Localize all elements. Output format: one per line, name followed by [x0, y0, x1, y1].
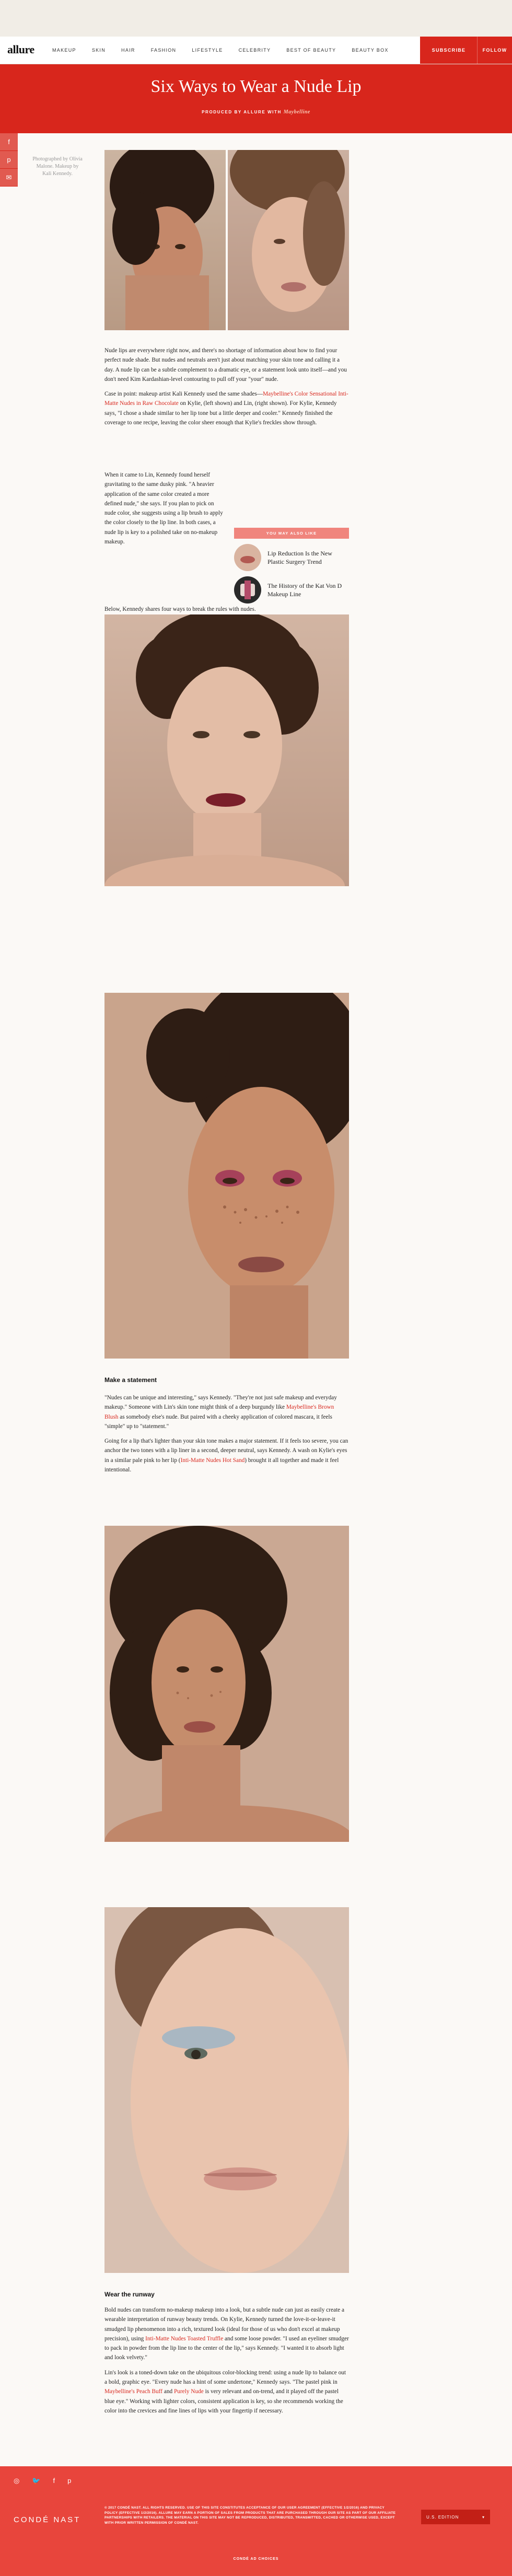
article-intro: Nude lips are everywhere right now, and …	[104, 346, 349, 433]
nav-item-hair[interactable]: HAIR	[121, 48, 135, 53]
legal-text: © 2017 CONDÉ NAST. ALL RIGHTS RESERVED. …	[104, 2506, 396, 2525]
credit-prefix: PRODUCED BY ALLURE WITH	[202, 110, 282, 114]
sponsor-brand[interactable]: Maybelline	[284, 109, 310, 115]
photo-lin-freckles	[104, 993, 349, 1359]
related-thumbnail	[234, 576, 261, 604]
nav-item-celebrity[interactable]: CELEBRITY	[239, 48, 271, 53]
nav-item-skin[interactable]: SKIN	[92, 48, 106, 53]
section-2-paragraph-2: Lin's look is a toned-down take on the u…	[104, 2368, 349, 2416]
section-heading-make-a-statement: Make a statement	[104, 1376, 157, 1384]
intro-paragraph-3: When it came to Lin, Kennedy found herse…	[104, 472, 223, 546]
related-header: YOU MAY ALSO LIKE	[234, 528, 349, 539]
share-rail: f p ✉	[0, 133, 18, 187]
hero-image-pair	[104, 150, 349, 330]
section-2-body: Bold nudes can transform no-makeup makeu…	[104, 2305, 349, 2421]
product-link-hot-sand[interactable]: Inti-Matte Nudes Hot Sand	[181, 1457, 245, 1464]
product-link-purely-nude[interactable]: Purely Nude	[174, 2388, 204, 2395]
intro-paragraph-2: Case in point: makeup artist Kali Kenned…	[104, 389, 349, 427]
related-item[interactable]: Lip Reduction Is the New Plastic Surgery…	[234, 544, 349, 571]
chevron-down-icon: ▾	[482, 2514, 485, 2520]
model-photo-4	[104, 1907, 349, 2273]
sponsor-credit: PRODUCED BY ALLURE WITH Maybelline	[0, 109, 512, 115]
article-hero: Six Ways to Wear a Nude Lip PRODUCED BY …	[0, 64, 512, 133]
related-title[interactable]: Lip Reduction Is the New Plastic Surgery…	[267, 549, 349, 566]
pinterest-share-icon[interactable]: p	[0, 151, 18, 169]
photo-lin-smudged-lip	[104, 1526, 349, 1842]
conde-nast-logo[interactable]: CONDÉ NAST	[14, 2515, 80, 2524]
photo-kylie-dark-lip	[104, 614, 349, 886]
related-thumb-2	[234, 576, 261, 604]
section-1-paragraph-2: Going for a lip that's lighter than your…	[104, 1436, 349, 1475]
photo-kylie-blue-eye	[104, 1907, 349, 2273]
photo-credit: Photographed by Olivia Malone. Makeup by…	[32, 156, 83, 177]
article-title: Six Ways to Wear a Nude Lip	[150, 77, 362, 96]
twitter-icon[interactable]: 🐦	[32, 2477, 40, 2485]
nav-item-lifestyle[interactable]: LIFESTYLE	[192, 48, 223, 53]
section-heading-wear-the-runway: Wear the runway	[104, 2291, 155, 2298]
social-icons: ◎ 🐦 f p	[14, 2477, 84, 2485]
model-photo-2	[104, 993, 349, 1359]
site-footer: ◎ 🐦 f p CONDÉ NAST © 2017 CONDÉ NAST. AL…	[0, 2466, 512, 2576]
facebook-icon[interactable]: f	[53, 2477, 55, 2485]
nav-item-beauty-box[interactable]: BEAUTY BOX	[352, 48, 388, 53]
s2p2-text-mid: and	[162, 2388, 174, 2395]
section-2-paragraph-1: Bold nudes can transform no-makeup makeu…	[104, 2305, 349, 2363]
site-header: allure MAKEUP SKIN HAIR FASHION LIFESTYL…	[0, 37, 512, 64]
model-photo-3	[104, 1526, 349, 1842]
pinterest-icon[interactable]: p	[67, 2477, 71, 2485]
facebook-share-icon[interactable]: f	[0, 133, 18, 151]
email-share-icon[interactable]: ✉	[0, 169, 18, 187]
section-1-body: "Nudes can be unique and interesting," s…	[104, 1393, 349, 1480]
intro-paragraph-1: Nude lips are everywhere right now, and …	[104, 347, 347, 382]
ad-choices-link[interactable]: CONDÉ AD CHOICES	[0, 2557, 512, 2561]
nav-item-fashion[interactable]: FASHION	[151, 48, 177, 53]
region-label: U.S. EDITION	[426, 2514, 459, 2520]
model-photo-1	[104, 614, 349, 886]
s1p1-text-b: as somebody else's nude. But paired with…	[104, 1413, 332, 1430]
related-title[interactable]: The History of the Kat Von D Makeup Line	[267, 582, 349, 598]
s2p2-text-a: Lin's look is a toned-down take on the u…	[104, 2369, 346, 2386]
nav-item-makeup[interactable]: MAKEUP	[52, 48, 76, 53]
main-nav: MAKEUP SKIN HAIR FASHION LIFESTYLE CELEB…	[52, 37, 404, 64]
product-link-toasted-truffle[interactable]: Inti-Matte Nudes Toasted Truffle	[145, 2336, 223, 2342]
hero-photos	[104, 150, 349, 330]
product-link-peach-buff[interactable]: Maybelline's Peach Buff	[104, 2388, 162, 2395]
section-1-paragraph-1: "Nudes can be unique and interesting," s…	[104, 1393, 349, 1431]
related-thumb-1	[234, 544, 261, 571]
intro-paragraph-4: Below, Kennedy shares four ways to break…	[104, 606, 256, 612]
allure-logo[interactable]: allure	[7, 43, 34, 56]
subscribe-button[interactable]: SUBSCRIBE	[420, 37, 478, 64]
related-thumbnail	[234, 544, 261, 571]
related-item[interactable]: The History of the Kat Von D Makeup Line	[234, 576, 349, 604]
instagram-icon[interactable]: ◎	[14, 2477, 19, 2485]
article-intro-wrap: When it came to Lin, Kennedy found herse…	[104, 470, 225, 552]
region-select[interactable]: U.S. EDITION ▾	[421, 2510, 490, 2524]
intro-2-text-a: Case in point: makeup artist Kali Kenned…	[104, 391, 263, 398]
nav-item-best-of-beauty[interactable]: BEST OF BEAUTY	[286, 48, 336, 53]
related-articles: YOU MAY ALSO LIKE Lip Reduction Is the N…	[234, 528, 349, 604]
top-ad-strip	[0, 0, 512, 37]
follow-button[interactable]: FOLLOW	[477, 37, 512, 64]
